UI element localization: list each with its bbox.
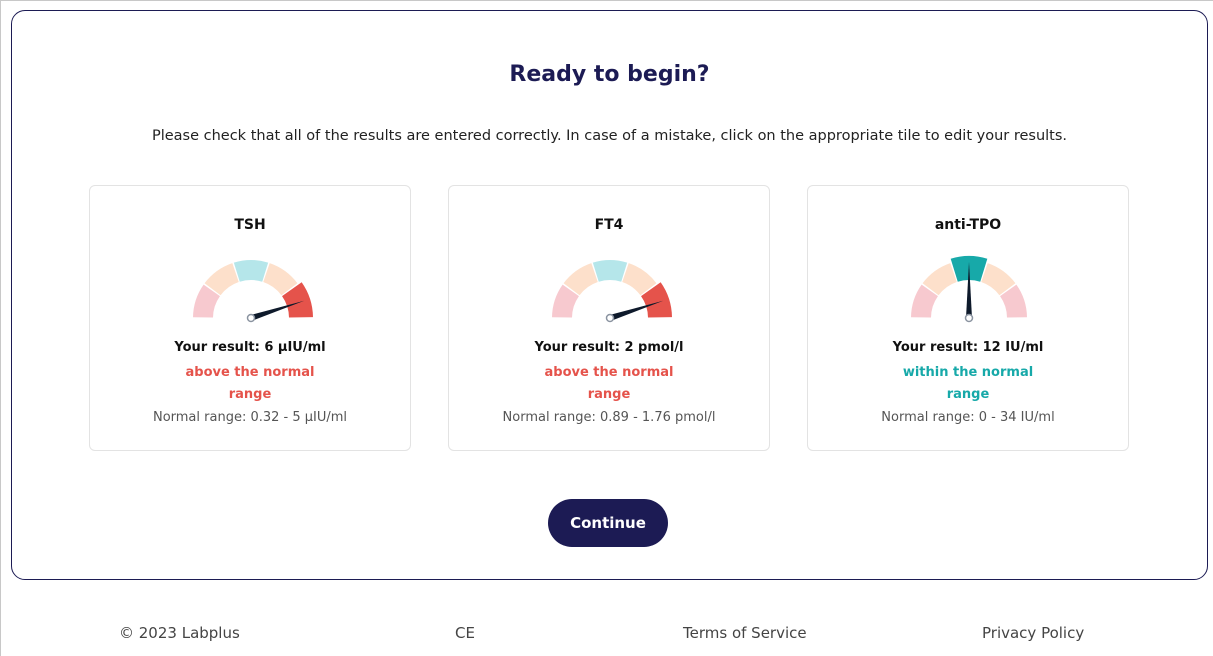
normal-range: Normal range: 0 - 34 IU/ml (881, 410, 1055, 425)
normal-range: Normal range: 0.32 - 5 µIU/ml (152, 410, 348, 425)
page-title: Ready to begin? (509, 62, 710, 87)
result-value: Your result: 6 µIU/ml (174, 340, 326, 355)
gauge-icon (193, 260, 313, 323)
instructions-text: Please check that all of the results are… (151, 128, 1068, 144)
status-label: above the normal range (185, 365, 315, 402)
gauge-hub (964, 313, 974, 323)
tile-title: anti-TPO (934, 217, 1002, 233)
gauge-icon (552, 260, 672, 323)
privacy-policy-link[interactable]: Privacy Policy (982, 624, 1084, 642)
tile-title: TSH (234, 217, 266, 233)
result-tile-ft4[interactable]: FT4 Your result: 2 pmol/l above the norm… (448, 185, 770, 451)
status-label: above the normal range (544, 365, 674, 402)
result-value: Your result: 2 pmol/l (534, 340, 684, 355)
gauge-segment (592, 260, 628, 282)
copyright-link[interactable]: © 2023 Labplus (119, 624, 240, 642)
ce-link[interactable]: CE (455, 624, 475, 642)
gauge-icon (911, 256, 1027, 323)
gauge-hub (246, 313, 256, 323)
gauge-segment (233, 260, 269, 282)
result-value: Your result: 12 IU/ml (892, 340, 1044, 355)
continue-button[interactable]: Continue (548, 499, 668, 547)
normal-range: Normal range: 0.89 - 1.76 pmol/l (502, 410, 716, 425)
terms-of-service-link[interactable]: Terms of Service (683, 624, 807, 642)
status-label: within the normal range (902, 365, 1034, 402)
tile-title: FT4 (594, 217, 624, 233)
gauge-hub (605, 313, 615, 323)
result-tile-tsh[interactable]: TSH Your result: 6 µIU/ml above the norm… (89, 185, 411, 451)
result-tile-anti-tpo[interactable]: anti-TPO Your result: 12 IU/ml within th… (807, 185, 1129, 451)
